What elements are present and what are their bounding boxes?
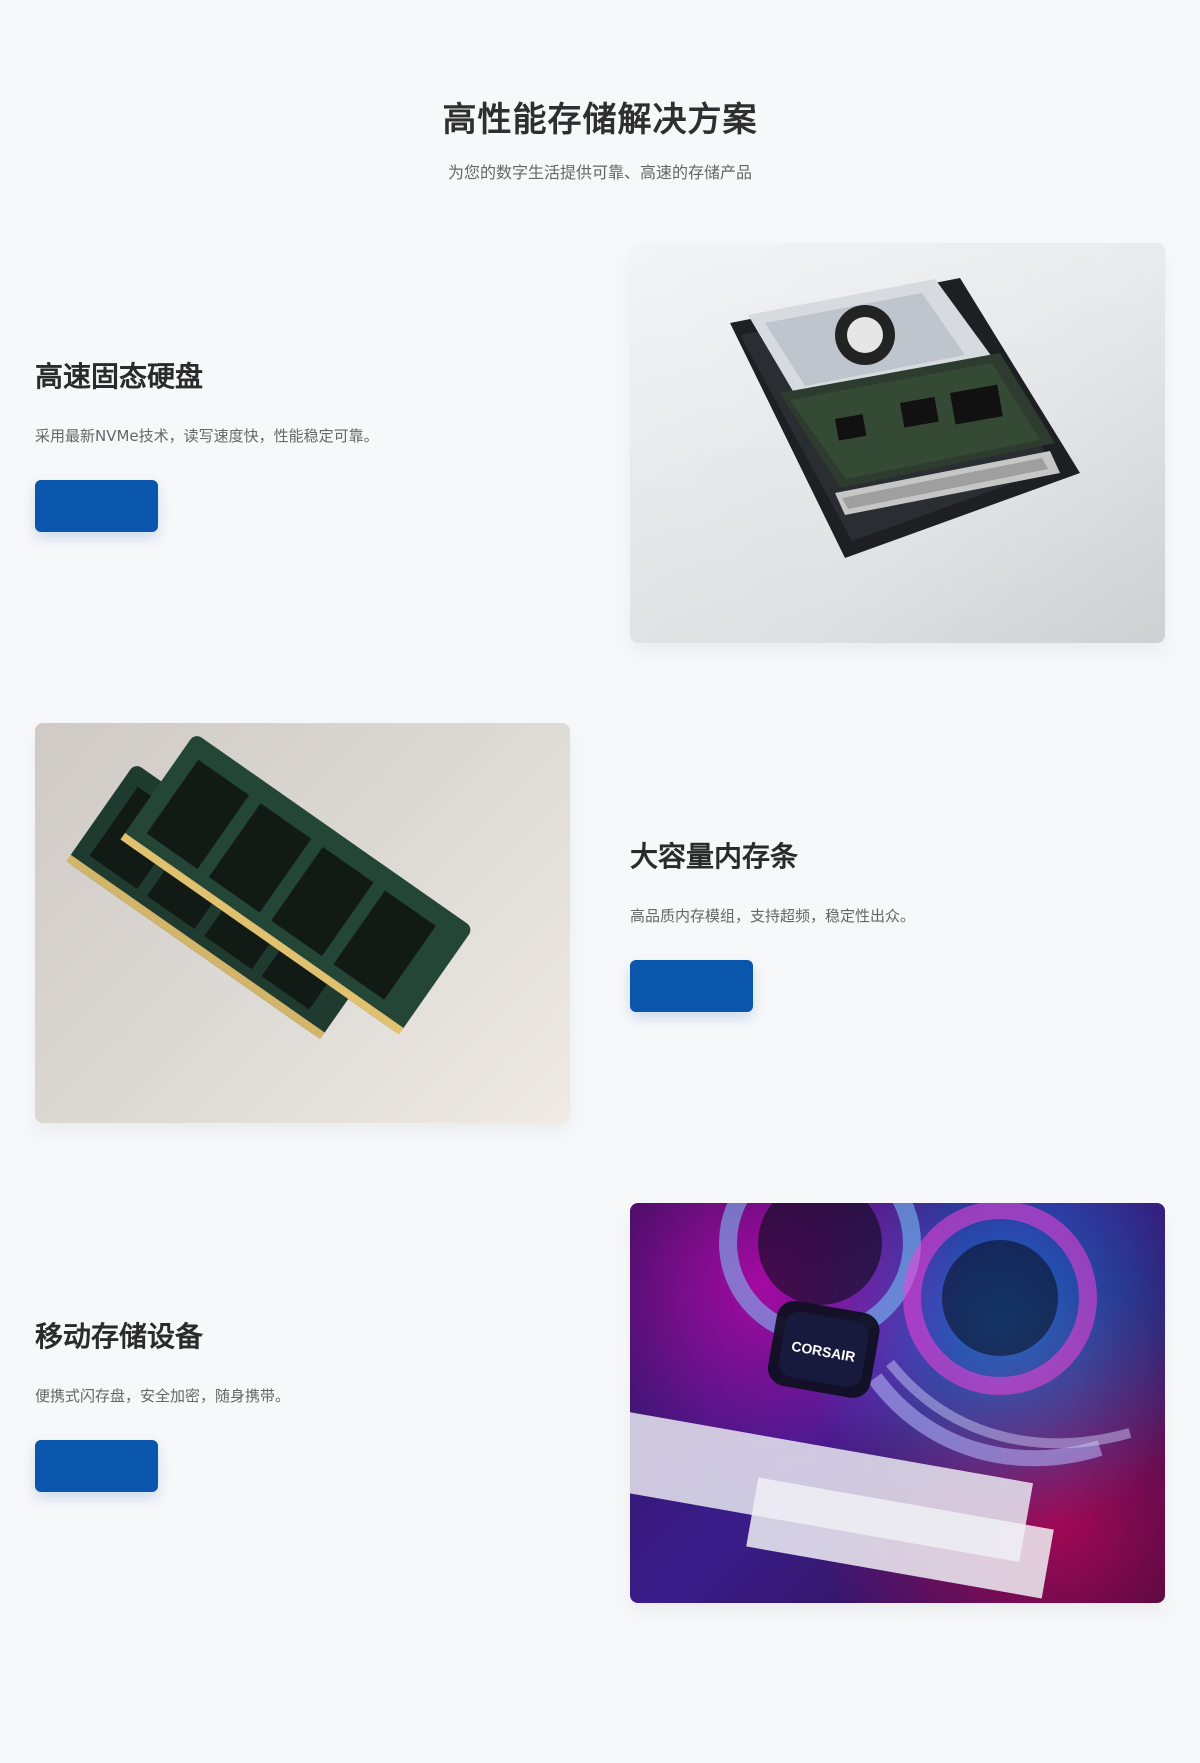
feature-title: 大容量内存条 (630, 839, 799, 873)
rgb-pc-image: CORSAIR (630, 1203, 1165, 1603)
feature-text-ram: 大容量内存条 高品质内存模组，支持超频，稳定性出众。 (630, 723, 1150, 1123)
rgb-pc-illustration: CORSAIR (630, 1203, 1132, 1599)
memory-module-illustration (66, 736, 471, 1040)
feature-text-portable: 移动存储设备 便携式闪存盘，安全加密，随身携带。 (35, 1203, 555, 1603)
page-title: 高性能存储解决方案 (442, 100, 758, 140)
page-subtitle: 为您的数字生活提供可靠、高速的存储产品 (447, 163, 752, 182)
feature-section-ssd: 高速固态硬盘 采用最新NVMe技术，读写速度快，性能稳定可靠。 (35, 243, 1165, 643)
feature-section-portable: 移动存储设备 便携式闪存盘，安全加密，随身携带。 CORSAIR (35, 1203, 1165, 1603)
feature-text-ssd: 高速固态硬盘 采用最新NVMe技术，读写速度快，性能稳定可靠。 (35, 243, 555, 643)
page-header: 高性能存储解决方案 为您的数字生活提供可靠、高速的存储产品 (0, 92, 1200, 183)
feature-title: 移动存储设备 (35, 1319, 204, 1353)
feature-description: 便携式闪存盘，安全加密，随身携带。 (35, 1386, 291, 1405)
page: 高性能存储解决方案 为您的数字生活提供可靠、高速的存储产品 高速固态硬盘 采用最… (0, 0, 1200, 1763)
learn-more-button[interactable] (630, 959, 753, 1012)
learn-more-button[interactable] (35, 479, 158, 532)
learn-more-button[interactable] (35, 1439, 158, 1492)
feature-description: 高品质内存模组，支持超频，稳定性出众。 (630, 906, 916, 925)
hard-drive-illustration (630, 243, 1165, 643)
feature-description: 采用最新NVMe技术，读写速度快，性能稳定可靠。 (35, 426, 379, 445)
feature-title: 高速固态硬盘 (35, 359, 204, 393)
feature-section-ram: 大容量内存条 高品质内存模组，支持超频，稳定性出众。 (35, 723, 1165, 1123)
memory-module-image (35, 723, 570, 1123)
hard-drive-image (630, 243, 1165, 643)
